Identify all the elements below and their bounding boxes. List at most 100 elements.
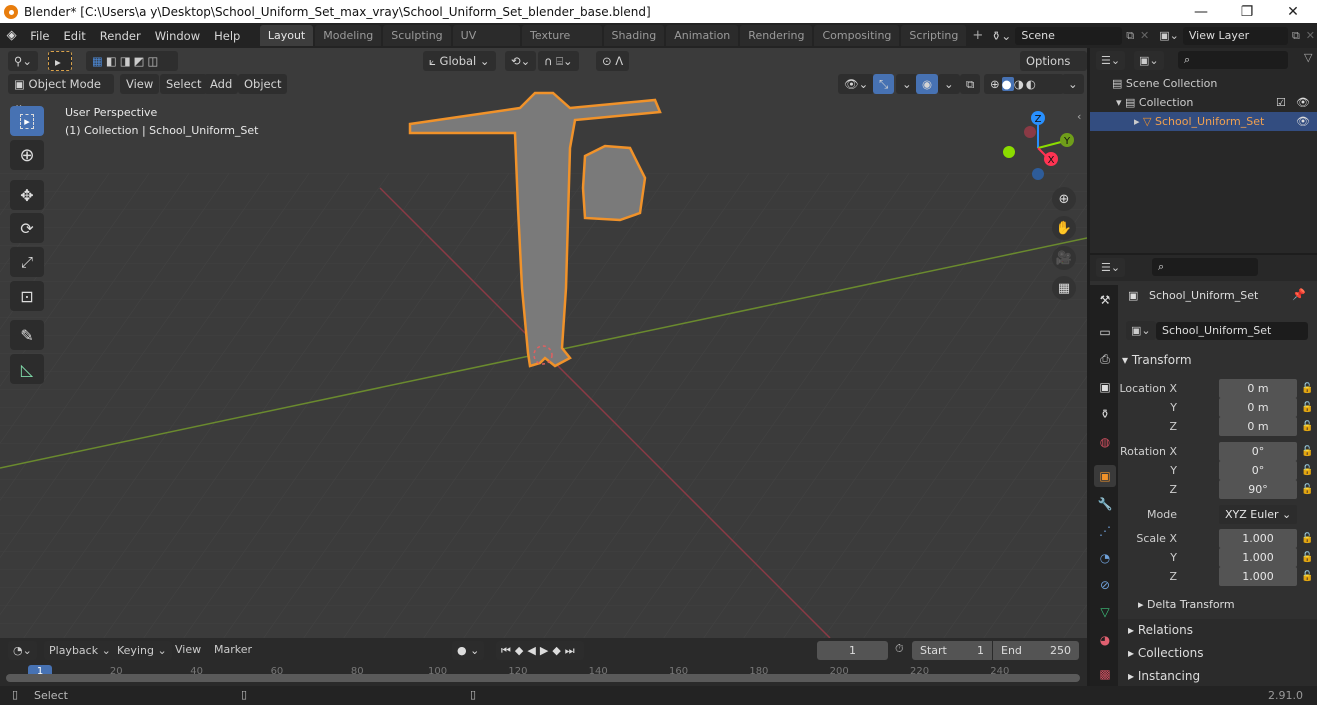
tab-texture-paint[interactable]: Texture Paint [522, 25, 602, 63]
lock-icon[interactable]: 🔓 [1301, 417, 1313, 436]
add-workspace-button[interactable]: + [968, 28, 987, 43]
physics-tab-icon[interactable]: ◔ [1094, 547, 1116, 569]
properties-search-input[interactable]: ⌕ [1152, 258, 1258, 276]
material-tab-icon[interactable]: ◕ [1094, 629, 1116, 651]
tab-rendering[interactable]: Rendering [740, 25, 813, 46]
lock-icon[interactable]: 🔓 [1301, 548, 1313, 567]
minimize-button[interactable]: — [1178, 0, 1224, 23]
data-tab-icon[interactable]: ▽ [1094, 601, 1116, 623]
tab-sculpting[interactable]: Sculpting [383, 25, 451, 46]
jump-start-icon[interactable]: ⏮ [501, 644, 515, 657]
marker-menu[interactable]: Marker [214, 643, 252, 656]
tab-shading[interactable]: Shading [603, 25, 665, 46]
selection-modes[interactable]: ▦◧◨◩◫ [86, 51, 178, 71]
tab-animation[interactable]: Animation [666, 25, 739, 46]
instancing-panel[interactable]: ▸ Instancing [1118, 665, 1317, 688]
playback-menu[interactable]: Playback ⌄ [44, 641, 116, 660]
properties-editor-type[interactable]: ☰⌄ [1096, 258, 1126, 277]
xray-toggle[interactable]: ⧉ [960, 74, 981, 94]
outliner-item-collection[interactable]: ▾ ▤ Collection ☑ 👁 [1090, 93, 1317, 112]
modifier-tab-icon[interactable]: 🔧 [1094, 493, 1116, 515]
prev-keyframe-icon[interactable]: ◆ [515, 644, 527, 657]
lock-icon[interactable]: 🔓 [1301, 379, 1313, 398]
scene-field[interactable]: Scene [1015, 26, 1123, 45]
location-y-field[interactable]: 0 m [1219, 398, 1297, 417]
visibility-dropdown[interactable]: 👁⌄ [838, 74, 875, 94]
3d-viewport[interactable]: ⚲⌄ ▸ ▦◧◨◩◫ ⟀ Global ⌄ ⟲⌄ ∩ ⌸⌄ ⊙ Λ Option… [0, 48, 1087, 638]
select-tool-icon[interactable]: ▸ [48, 51, 72, 71]
play-reverse-icon[interactable]: ◀ [527, 644, 539, 657]
pan-view-icon[interactable]: ✋ [1052, 216, 1076, 240]
rendered-shading-icon[interactable]: ◐ [1026, 77, 1038, 91]
pivot-dropdown[interactable]: ⟲⌄ [505, 51, 537, 71]
overlay-dropdown[interactable]: ⌄ [938, 74, 960, 94]
tab-layout[interactable]: Layout [259, 25, 314, 46]
lock-icon[interactable]: 🔓 [1301, 461, 1313, 480]
filter-layer-dropdown[interactable]: ▣⌄ [1134, 51, 1164, 70]
transform-orientation-dropdown[interactable]: ⟀ Global ⌄ [423, 51, 496, 71]
scene-tab-icon[interactable]: ⚱ [1094, 403, 1116, 425]
view-layer-field[interactable]: View Layer [1182, 26, 1288, 45]
tab-uv-editing[interactable]: UV Editing [452, 25, 521, 63]
lock-icon[interactable]: 🔓 [1301, 480, 1313, 499]
scale-z-field[interactable]: 1.000 [1219, 567, 1297, 586]
object-data-dropdown[interactable]: ▣⌄ [1126, 321, 1156, 340]
mode-dropdown[interactable]: ▣ Object Mode ⌄ [8, 74, 114, 111]
jump-end-icon[interactable]: ⏭ [565, 644, 579, 657]
location-x-field[interactable]: 0 m [1219, 379, 1297, 398]
sidebar-toggle-icon[interactable]: ‹ [1077, 110, 1081, 123]
next-keyframe-icon[interactable]: ◆ [552, 644, 564, 657]
delete-view-layer-icon[interactable]: ✕ [1304, 29, 1317, 42]
new-view-layer-icon[interactable]: ⧉ [1288, 29, 1304, 43]
tab-scripting[interactable]: Scripting [901, 25, 967, 46]
proportional-edit[interactable]: ⊙ Λ [596, 51, 630, 71]
scale-x-field[interactable]: 1.000 [1219, 529, 1297, 548]
output-tab-icon[interactable]: ⎙ [1094, 348, 1116, 370]
tab-compositing[interactable]: Compositing [814, 25, 900, 46]
exclude-checkbox[interactable]: ☑ [1276, 93, 1286, 112]
menu-file[interactable]: File [23, 25, 56, 47]
collections-panel[interactable]: ▸ Collections [1118, 642, 1317, 665]
outliner-item-school-uniform-set[interactable]: ▸ ▽ School_Uniform_Set 👁 [1090, 112, 1317, 131]
auto-keying-toggle[interactable]: ● ⌄ [452, 641, 485, 660]
new-scene-icon[interactable]: ⧉ [1122, 29, 1138, 43]
menu-select[interactable]: Select [160, 74, 208, 94]
ortho-toggle-icon[interactable]: ▦ [1052, 276, 1076, 300]
lock-icon[interactable]: 🔓 [1301, 529, 1313, 548]
overlay-toggle[interactable]: ◉ [916, 74, 939, 94]
keying-menu[interactable]: Keying ⌄ [112, 641, 172, 660]
menu-window[interactable]: Window [148, 25, 207, 47]
lock-icon[interactable]: 🔓 [1301, 442, 1313, 461]
menu-edit[interactable]: Edit [57, 25, 93, 47]
tool-rotate[interactable]: ⟳ [10, 213, 44, 243]
playback-controls[interactable]: ⏮◆◀▶◆⏭ [496, 641, 584, 660]
scene-selector-icon[interactable]: ⚱⌄ [987, 29, 1015, 43]
render-tab-icon[interactable]: ▭ [1094, 321, 1116, 343]
outliner-item-scene-collection[interactable]: ▤ Scene Collection [1090, 74, 1317, 93]
world-tab-icon[interactable]: ◍ [1094, 431, 1116, 453]
menu-add[interactable]: Add [204, 74, 239, 94]
navigation-gizmo[interactable]: Z Y X [995, 108, 1085, 188]
menu-view[interactable]: View [120, 74, 160, 94]
timeline-editor-type[interactable]: ◔⌄ [8, 641, 37, 660]
tool-transform[interactable]: ⊡ [10, 281, 44, 311]
timeline-view-menu[interactable]: View [175, 643, 201, 656]
view-layer-icon[interactable]: ▣⌄ [1155, 29, 1183, 42]
play-icon[interactable]: ▶ [540, 644, 552, 657]
gizmo-dropdown[interactable]: ⌄ [896, 74, 918, 94]
tool-move[interactable]: ✥ [10, 180, 44, 210]
tool-cursor[interactable]: ⊕ [10, 140, 44, 170]
object-tab-icon[interactable]: ▣ [1094, 465, 1116, 487]
lock-icon[interactable]: 🔓 [1301, 567, 1313, 586]
options-dropdown[interactable]: Options ⌄ [1020, 51, 1087, 88]
tool-tab-icon[interactable]: ⚒ [1094, 289, 1116, 311]
texture-tab-icon[interactable]: ▩ [1094, 663, 1116, 685]
current-frame-field[interactable]: 1 [817, 641, 888, 660]
location-z-field[interactable]: 0 m [1219, 417, 1297, 436]
pin-icon[interactable]: 📌 [1292, 288, 1306, 301]
menu-object[interactable]: Object [238, 74, 288, 94]
solid-shading-icon[interactable]: ● [1001, 77, 1014, 91]
rotation-x-field[interactable]: 0° [1219, 442, 1297, 461]
shading-dropdown[interactable]: ⌄ [1062, 74, 1084, 94]
zoom-view-icon[interactable]: ⊕ [1052, 187, 1076, 211]
